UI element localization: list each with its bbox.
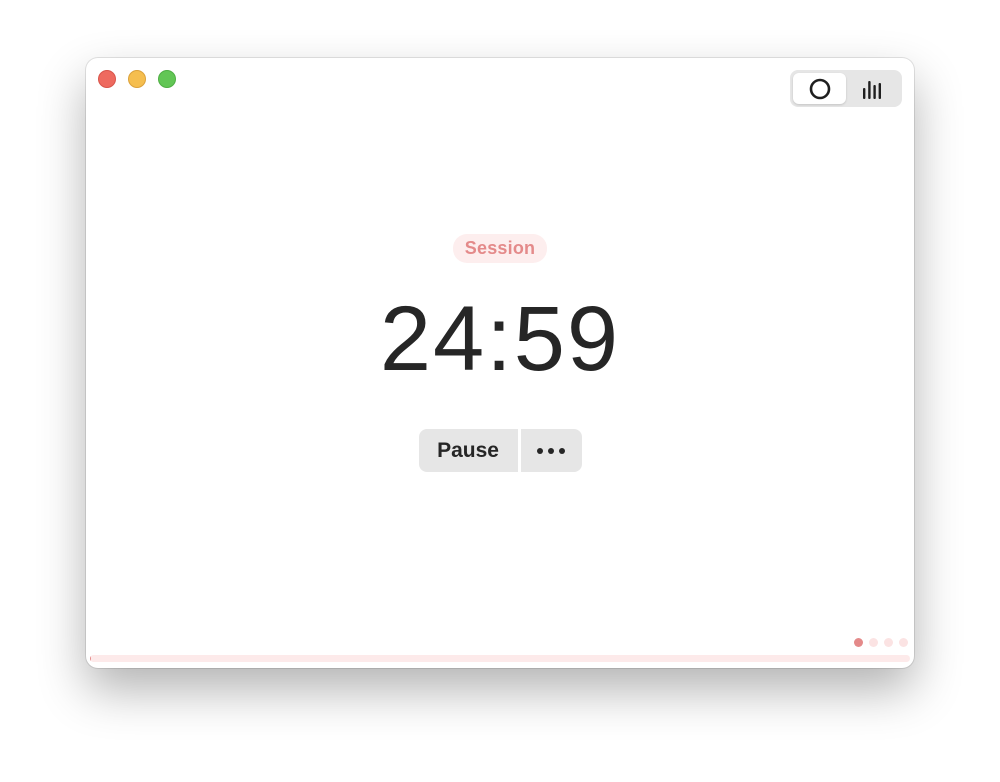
bar-chart-icon xyxy=(862,80,881,99)
page-dot-4[interactable] xyxy=(899,638,908,647)
page-indicator xyxy=(854,638,908,647)
page-dot-3[interactable] xyxy=(884,638,893,647)
minimize-window-button[interactable] xyxy=(128,70,146,88)
close-window-button[interactable] xyxy=(98,70,116,88)
zoom-window-button[interactable] xyxy=(158,70,176,88)
session-badge: Session xyxy=(452,234,548,263)
stats-view-tab[interactable] xyxy=(846,73,899,104)
session-progress-fill xyxy=(90,655,91,662)
window-controls xyxy=(98,70,176,88)
timer-view-tab[interactable] xyxy=(793,73,846,104)
page-dot-1[interactable] xyxy=(854,638,863,647)
more-options-button[interactable] xyxy=(520,429,582,472)
timer-panel: Session 24:59 Pause xyxy=(86,234,914,472)
view-switcher xyxy=(790,70,902,107)
ellipsis-icon xyxy=(537,447,565,454)
timer-controls: Pause xyxy=(418,429,582,472)
circle-timer-icon xyxy=(809,78,830,99)
pause-button[interactable]: Pause xyxy=(418,429,518,472)
page-dot-2[interactable] xyxy=(869,638,878,647)
app-window: Session 24:59 Pause xyxy=(86,58,914,668)
countdown-display: 24:59 xyxy=(379,288,621,390)
session-progress-bar xyxy=(90,655,910,662)
